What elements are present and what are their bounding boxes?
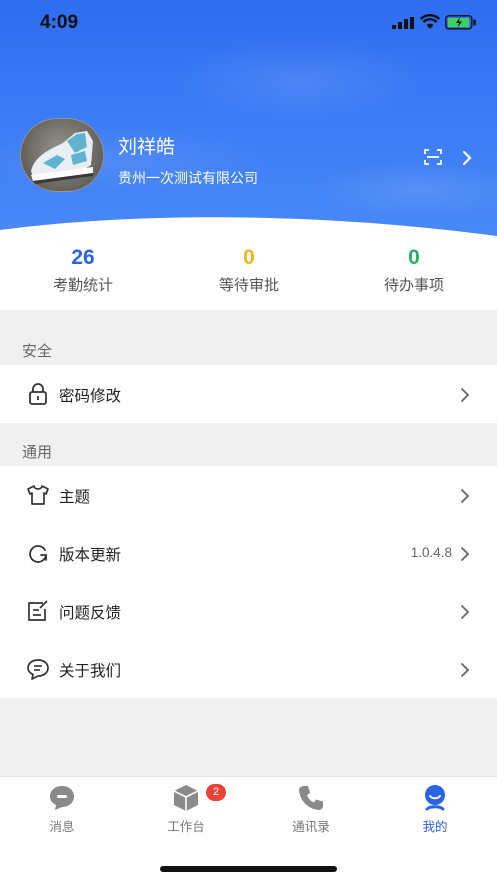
qr-scan-icon[interactable] xyxy=(424,149,442,165)
tab-me[interactable]: 我的 xyxy=(373,783,497,835)
user-name: 刘祥皓 xyxy=(118,137,176,158)
section-title-security: 安全 xyxy=(22,343,53,360)
tab-workbench[interactable]: 2 工作台 xyxy=(124,783,248,835)
stat-attendance[interactable]: 26 考勤统计 xyxy=(0,244,166,295)
menu-item-password[interactable]: 密码修改 xyxy=(0,365,497,423)
menu-item-theme[interactable]: 主题 xyxy=(0,466,497,524)
message-icon xyxy=(50,786,74,810)
phone-icon xyxy=(299,786,323,810)
profile-card[interactable]: 刘祥皓 贵州一次测试有限公司 xyxy=(0,112,497,202)
stat-label: 等待审批 xyxy=(218,277,279,294)
cube-icon xyxy=(173,785,199,811)
stat-pending-approval[interactable]: 0 等待审批 xyxy=(166,244,332,295)
chevron-right-icon xyxy=(461,547,470,561)
chevron-right-icon xyxy=(461,663,470,677)
chevron-right-icon[interactable] xyxy=(462,150,472,166)
menu-item-label: 版本更新 xyxy=(59,547,122,564)
tab-label: 工作台 xyxy=(167,820,205,834)
version-number: 1.0.4.8 xyxy=(410,545,452,560)
tab-contacts[interactable]: 通讯录 xyxy=(249,783,373,835)
chat-bubble-icon xyxy=(27,659,49,680)
menu-item-feedback[interactable]: 问题反馈 xyxy=(0,582,497,640)
tab-messages[interactable]: 消息 xyxy=(0,783,124,835)
tab-label: 通讯录 xyxy=(292,820,330,834)
section-title-general: 通用 xyxy=(22,444,53,461)
stat-value: 26 xyxy=(71,246,95,269)
notification-badge: 2 xyxy=(206,784,226,801)
tab-label: 消息 xyxy=(49,820,75,834)
avatar[interactable] xyxy=(20,118,104,192)
menu-item-label: 主题 xyxy=(59,489,91,506)
battery-icon xyxy=(445,15,476,30)
menu-item-label: 密码修改 xyxy=(59,388,122,405)
stat-todo[interactable]: 0 待办事项 xyxy=(331,244,497,295)
tshirt-icon xyxy=(27,485,49,505)
stat-label: 待办事项 xyxy=(383,277,444,294)
cellular-signal-icon xyxy=(392,17,414,29)
status-time: 4:09 xyxy=(40,12,79,33)
refresh-icon xyxy=(29,545,47,563)
status-bar: 4:09 xyxy=(0,0,497,46)
stat-value: 0 xyxy=(408,246,420,269)
company-name: 贵州一次测试有限公司 xyxy=(118,170,258,186)
chevron-right-icon xyxy=(461,388,470,402)
lock-icon xyxy=(29,383,47,405)
stats-bar: 26 考勤统计 0 等待审批 0 待办事项 xyxy=(0,238,497,310)
menu-item-about-us[interactable]: 关于我们 xyxy=(0,640,497,698)
menu-item-version-update[interactable]: 版本更新 1.0.4.8 xyxy=(0,524,497,582)
tab-label: 我的 xyxy=(422,820,448,834)
wifi-icon xyxy=(420,14,440,29)
chevron-right-icon xyxy=(461,489,470,503)
feedback-icon xyxy=(28,600,48,621)
profile-icon xyxy=(425,785,445,811)
security-group: 密码修改 xyxy=(0,365,497,423)
stat-value: 0 xyxy=(243,246,255,269)
sneaker-photo xyxy=(31,131,93,184)
home-indicator xyxy=(160,866,337,872)
menu-item-label: 问题反馈 xyxy=(59,605,122,622)
chevron-right-icon xyxy=(461,605,470,619)
menu-item-label: 关于我们 xyxy=(59,663,122,680)
stat-label: 考勤统计 xyxy=(52,277,113,294)
general-group: 主题 版本更新 1.0.4.8 问题反馈 关于我们 xyxy=(0,466,497,698)
